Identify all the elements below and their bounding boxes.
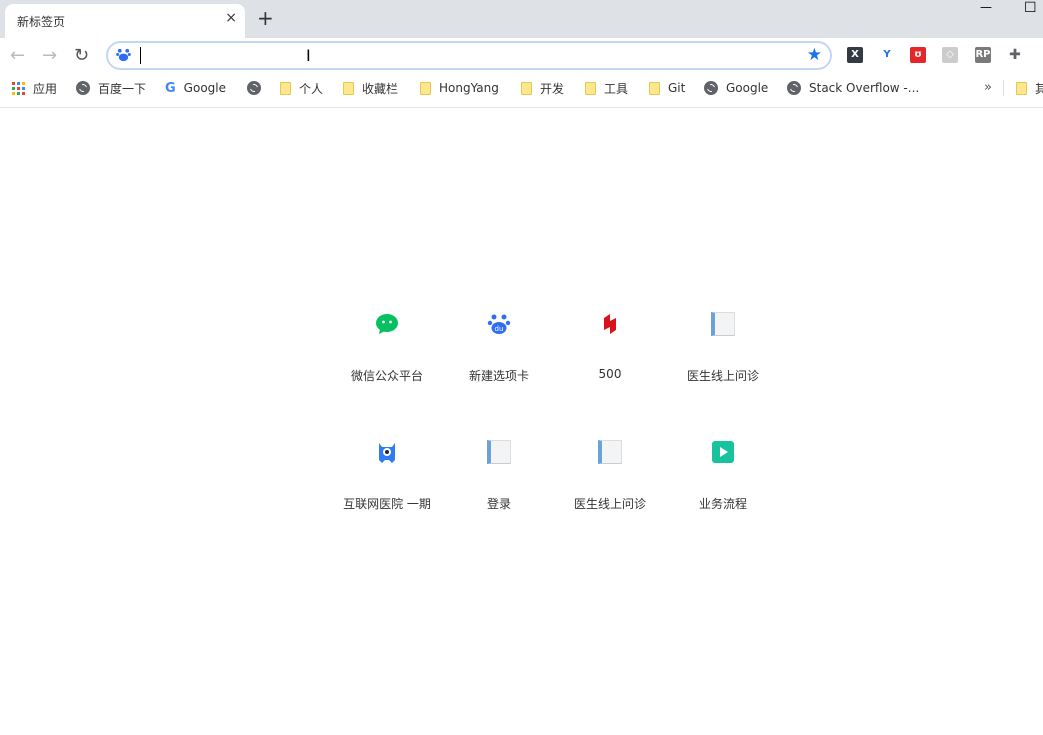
bookmarks-divider	[1003, 80, 1004, 96]
bookmark-label: Google	[726, 81, 769, 95]
y-ext-icon[interactable]: Y	[879, 47, 895, 63]
shortcut-tile[interactable]: 500	[555, 308, 665, 418]
bookmark-1[interactable]: 百度一下	[76, 76, 146, 100]
shortcut-label: 登录	[486, 497, 511, 511]
monster-icon	[375, 440, 399, 464]
tab-title: 新标签页	[17, 15, 66, 29]
forward-button[interactable]: →	[42, 45, 57, 66]
shortcut-tile[interactable]: 医生线上问诊	[555, 436, 665, 546]
bookmark-star-icon[interactable]: ★	[807, 45, 822, 65]
shortcut-tile[interactable]: du 新建选项卡	[444, 308, 554, 418]
bookmark-label: 工具	[604, 81, 629, 96]
folder-icon	[343, 81, 354, 95]
folder-icon	[420, 81, 431, 95]
omnibox-input[interactable]	[138, 46, 788, 66]
bookmark-label: Git	[668, 81, 686, 95]
shortcut-label: 500	[598, 367, 622, 381]
apps-icon	[12, 81, 25, 95]
bookmark-label: Google	[183, 81, 226, 95]
puzzle-ext-icon[interactable]: ✚	[1007, 47, 1023, 63]
folder-icon	[280, 81, 291, 95]
minimize-button[interactable]: —	[980, 0, 992, 14]
maximize-button[interactable]: ☐	[1024, 0, 1037, 16]
toolbar: ← → ↻ I ★ X Yʊ ◇ RP ✚	[0, 38, 1043, 74]
folder-icon	[649, 81, 660, 95]
folder-icon	[1016, 81, 1027, 95]
doc-icon	[711, 312, 735, 336]
folder-icon	[585, 81, 596, 95]
shortcut-label: 医生线上问诊	[686, 369, 759, 383]
bookmark-5[interactable]: 收藏栏	[343, 76, 398, 100]
new-tab-button[interactable]: +	[257, 6, 274, 30]
red-logo-icon	[598, 312, 622, 336]
bookmarks-bar: 应用 百度一下 G Google 个人 收藏栏 HongYang 开发 工具 Git Google S…	[0, 76, 1043, 102]
bookmark-label: 个人	[299, 81, 324, 96]
bookmark-11[interactable]: Stack Overflow -...	[787, 76, 919, 100]
shortcut-tile[interactable]: 互联网医院 一期	[332, 436, 442, 546]
shortcut-label: 新建选项卡	[468, 369, 529, 383]
shortcut-label: 微信公众平台	[350, 369, 423, 383]
doc-icon	[598, 440, 622, 464]
globe-icon	[247, 81, 261, 95]
bookmark-3[interactable]	[247, 76, 261, 100]
bookmark-7[interactable]: 开发	[521, 76, 564, 100]
bookmark-label: HongYang	[439, 81, 499, 95]
shortcut-label: 医生线上问诊	[573, 497, 646, 511]
close-tab-icon[interactable]: ×	[225, 10, 237, 26]
address-bar[interactable]: I ★	[106, 41, 832, 70]
shortcut-tile[interactable]: 微信公众平台	[332, 308, 442, 418]
back-button[interactable]: ←	[10, 45, 25, 66]
svg-text:du: du	[495, 325, 504, 333]
bookmarks-overflow-button[interactable]: »	[984, 80, 992, 95]
tab-strip: 新标签页 × + — ☐	[0, 0, 1043, 38]
toolbar-divider	[0, 107, 1043, 108]
bookmark-label: Stack Overflow -...	[809, 81, 920, 95]
bookmark-label: 应用	[33, 81, 58, 96]
bookmark-9[interactable]: Git	[649, 76, 685, 100]
wechat-icon	[375, 312, 399, 336]
shortcut-label: 业务流程	[698, 497, 747, 511]
bookmark-4[interactable]: 个人	[280, 76, 323, 100]
globe-icon	[787, 81, 801, 95]
bookmark-8[interactable]: 工具	[585, 76, 628, 100]
shortcut-tile[interactable]: 医生线上问诊	[668, 308, 778, 418]
shortcut-label: 互联网医院 一期	[343, 497, 431, 511]
google-icon: G	[165, 80, 176, 96]
bookmark-label: 收藏栏	[362, 81, 399, 96]
reload-button[interactable]: ↻	[74, 45, 89, 66]
globe-icon	[76, 81, 90, 95]
folder-icon	[521, 81, 532, 95]
bookmark-6[interactable]: HongYang	[420, 76, 499, 100]
rp-ext-icon[interactable]: RP	[975, 47, 991, 63]
bookmark-label: 百度一下	[98, 81, 147, 96]
red-ext-icon[interactable]: ʊ	[910, 47, 926, 63]
doc-icon	[487, 440, 511, 464]
baidu-icon	[116, 48, 131, 62]
play-icon	[711, 440, 735, 464]
shortcut-tile[interactable]: 登录	[444, 436, 554, 546]
bookmark-label: 其	[1035, 81, 1043, 96]
bookmark-12[interactable]: 其	[1016, 76, 1043, 100]
tab-new-tab[interactable]: 新标签页 ×	[5, 4, 245, 38]
globe-icon	[704, 81, 718, 95]
bookmark-label: 开发	[540, 81, 565, 96]
bookmark-2[interactable]: G Google	[165, 76, 226, 100]
x-ext-icon[interactable]: X	[847, 47, 863, 63]
bookmark-0[interactable]: 应用	[12, 76, 57, 100]
ibeam-cursor-icon: I	[306, 46, 311, 65]
shortcut-tile[interactable]: 业务流程	[668, 436, 778, 546]
bookmark-10[interactable]: Google	[704, 76, 768, 100]
text-caret	[140, 47, 141, 64]
baidu-icon: du	[487, 312, 511, 336]
gray-ext-icon[interactable]: ◇	[942, 47, 958, 63]
